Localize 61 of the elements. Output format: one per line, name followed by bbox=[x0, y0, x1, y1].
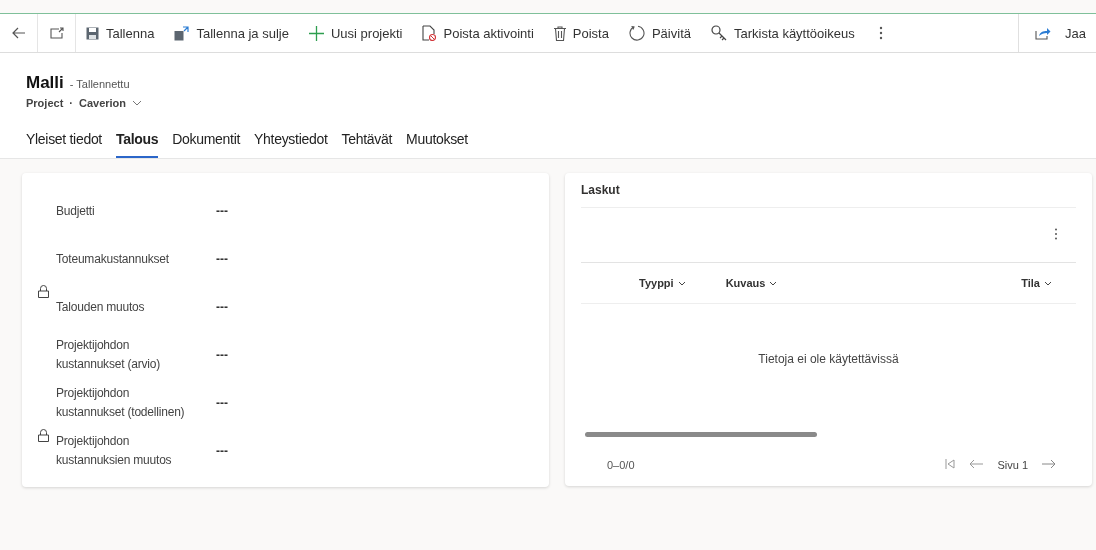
section-title: Laskut bbox=[581, 173, 1076, 208]
document-block-icon bbox=[422, 25, 437, 41]
more-icon bbox=[1054, 227, 1058, 240]
trash-icon bbox=[553, 25, 566, 41]
first-page-icon bbox=[945, 459, 956, 469]
share-icon bbox=[1035, 26, 1052, 40]
key-icon bbox=[711, 25, 727, 41]
field-value[interactable]: --- bbox=[216, 396, 228, 410]
right-arrow-icon bbox=[1042, 459, 1056, 469]
field-value[interactable]: --- bbox=[216, 204, 228, 218]
column-header[interactable]: Kuvaus bbox=[725, 277, 778, 289]
save-icon bbox=[86, 26, 99, 40]
plus-icon bbox=[308, 25, 324, 41]
scrollbar[interactable] bbox=[585, 432, 817, 437]
more-icon bbox=[878, 26, 883, 40]
left-arrow-icon bbox=[969, 459, 984, 469]
share-button[interactable]: Jaa bbox=[1018, 14, 1096, 52]
back-arrow-icon bbox=[11, 27, 26, 39]
field-value[interactable]: --- bbox=[216, 444, 228, 458]
record-count: 0–0/0 bbox=[607, 458, 635, 471]
toolbar-button[interactable]: Tallenna ja sulje bbox=[164, 14, 299, 52]
page-number: Sivu 1 bbox=[997, 458, 1028, 471]
toolbar-button[interactable]: Tallenna bbox=[76, 14, 165, 52]
chevron-down-icon bbox=[1044, 280, 1052, 286]
field-label: Projektijohdon kustannukset (arvio) bbox=[56, 337, 162, 373]
toolbar-button[interactable]: Uusi projekti bbox=[298, 14, 413, 52]
tab[interactable]: Dokumentit bbox=[172, 127, 241, 158]
field-value[interactable]: --- bbox=[216, 300, 228, 314]
field-value[interactable]: --- bbox=[216, 348, 228, 362]
lock-icon bbox=[38, 285, 49, 298]
chevron-down-icon bbox=[132, 100, 143, 106]
tab[interactable]: Talous bbox=[115, 127, 159, 158]
popout-icon bbox=[49, 27, 64, 39]
tab[interactable]: Yhteystiedot bbox=[254, 127, 328, 158]
field-label: Projektijohdon kustannuksien muutos bbox=[56, 433, 173, 469]
tab[interactable]: Muutokset bbox=[406, 127, 468, 158]
field-label: Budjetti bbox=[56, 202, 96, 220]
tab[interactable]: Tehtävät bbox=[341, 127, 393, 158]
toolbar-button[interactable]: Poista aktivointi bbox=[412, 14, 544, 52]
refresh-icon bbox=[628, 25, 645, 41]
chevron-down-icon bbox=[769, 280, 778, 286]
first-page-button[interactable] bbox=[945, 457, 956, 472]
toolbar-button[interactable]: Päivitä bbox=[618, 14, 701, 52]
save-close-icon bbox=[174, 25, 190, 41]
column-header[interactable]: Tila bbox=[1021, 277, 1052, 289]
save-status: - Tallennettu bbox=[69, 78, 130, 90]
tab[interactable]: Yleiset tiedot bbox=[26, 127, 102, 158]
entity-name: Project bbox=[26, 97, 64, 109]
field-label: Projektijohdon kustannukset (todellinen) bbox=[56, 385, 186, 421]
chevron-down-icon bbox=[677, 280, 686, 286]
empty-message: Tietoja ei ole käytettävissä bbox=[757, 351, 900, 368]
toolbar-button[interactable]: Tarkista käyttöoikeus bbox=[701, 14, 865, 52]
form-selector[interactable]: Caverion bbox=[78, 97, 143, 109]
field-label: Toteumakustannukset bbox=[56, 250, 170, 268]
separator-dot: · bbox=[69, 97, 73, 109]
lock-icon bbox=[38, 429, 49, 442]
field-label: Talouden muutos bbox=[56, 298, 146, 316]
record-title: Malli bbox=[26, 73, 64, 93]
field-value[interactable]: --- bbox=[216, 252, 228, 266]
toolbar-button[interactable]: Poista bbox=[543, 14, 619, 52]
column-header[interactable]: Tyyppi bbox=[639, 277, 686, 289]
